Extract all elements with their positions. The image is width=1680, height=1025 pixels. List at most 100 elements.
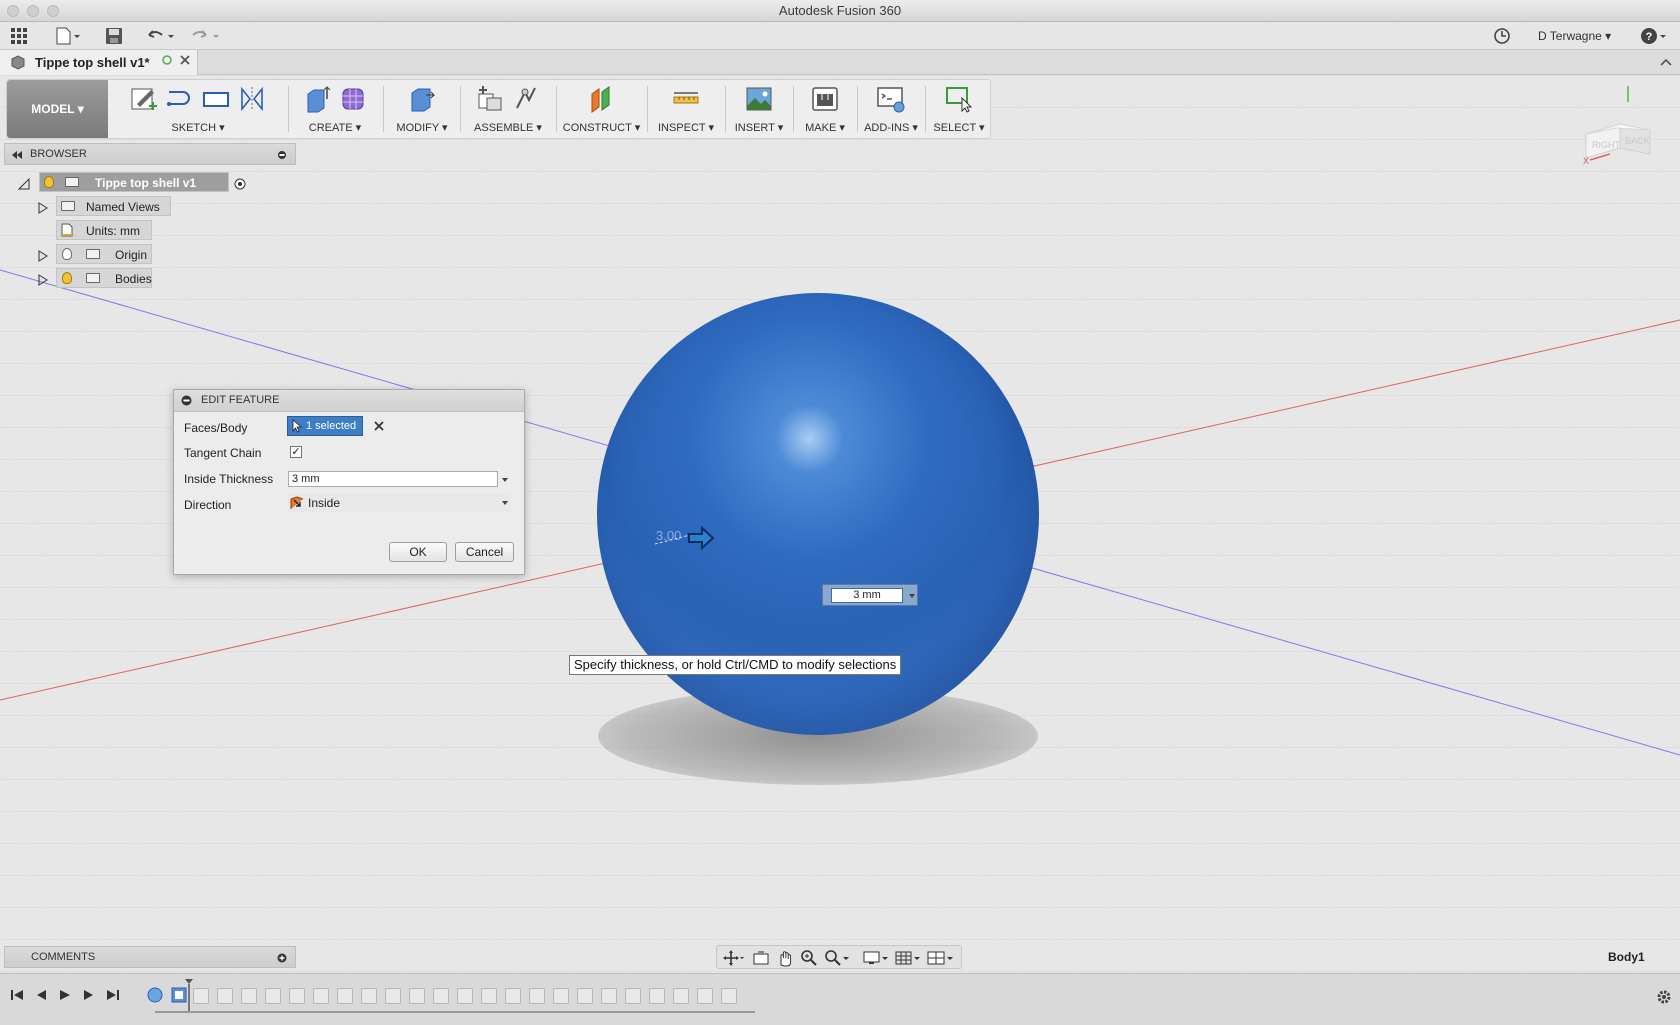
display-settings-icon[interactable] — [863, 949, 889, 970]
visibility-bulb-icon[interactable] — [44, 176, 54, 188]
sketch-rectangle-icon[interactable] — [201, 84, 231, 114]
fit-zoom-icon[interactable] — [824, 949, 850, 970]
browser-root-node[interactable]: Tippe top shell v1 — [17, 172, 246, 192]
browser-item-units[interactable]: Units: mm — [36, 220, 176, 240]
timeline-item[interactable] — [265, 988, 281, 1004]
faces-body-selection[interactable]: 1 selected — [287, 416, 363, 436]
cancel-button[interactable]: Cancel — [455, 542, 514, 562]
expand-triangle-icon[interactable] — [38, 248, 48, 268]
file-menu-icon[interactable] — [55, 27, 81, 45]
timeline-item[interactable] — [481, 988, 497, 1004]
timeline-item[interactable] — [697, 988, 713, 1004]
add-comment-icon[interactable] — [277, 952, 287, 966]
pan-hand-icon[interactable] — [776, 949, 794, 970]
timeline-item[interactable] — [601, 988, 617, 1004]
document-tab[interactable]: Tippe top shell v1* — [0, 50, 198, 75]
timeline-item[interactable] — [313, 988, 329, 1004]
expand-triangle-icon[interactable] — [38, 272, 48, 292]
timeline-item[interactable] — [241, 988, 257, 1004]
insert-image-icon[interactable] — [744, 84, 774, 114]
ok-button[interactable]: OK — [389, 542, 447, 562]
dialog-header[interactable]: EDIT FEATURE — [174, 390, 524, 412]
tangent-chain-checkbox[interactable]: ✓ — [290, 446, 302, 458]
play-icon[interactable] — [58, 988, 72, 1005]
create-group[interactable]: CREATE ▾ — [292, 80, 378, 138]
look-at-icon[interactable] — [752, 949, 770, 970]
expand-triangle-icon[interactable] — [38, 200, 48, 220]
sketch-mirror-icon[interactable] — [237, 84, 267, 114]
view-cube[interactable]: RIGHT BACK X — [1580, 86, 1651, 170]
scripts-addins-icon[interactable] — [876, 84, 906, 114]
job-status-clock-icon[interactable] — [1493, 27, 1511, 45]
joint-icon[interactable] — [511, 84, 541, 114]
timeline-item[interactable] — [361, 988, 377, 1004]
sketch-group[interactable]: SKETCH ▾ — [113, 80, 283, 138]
workspace-switcher[interactable]: MODEL ▾ — [7, 80, 108, 138]
undo-icon[interactable] — [145, 27, 177, 45]
collapse-browser-icon[interactable] — [11, 149, 23, 163]
collapse-dialog-icon[interactable] — [181, 395, 192, 409]
browser-pin-icon[interactable] — [277, 149, 287, 163]
inside-thickness-input[interactable]: 3 mm — [288, 471, 498, 487]
user-account-menu[interactable]: D Terwagne ▾ — [1538, 29, 1611, 43]
make-group[interactable]: MAKE ▾ — [796, 80, 854, 138]
timeline-item[interactable] — [649, 988, 665, 1004]
visibility-bulb-icon[interactable] — [62, 272, 72, 284]
timeline-item[interactable] — [457, 988, 473, 1004]
grid-settings-icon[interactable] — [895, 949, 921, 970]
orbit-icon[interactable] — [723, 949, 745, 970]
select-group[interactable]: SELECT ▾ — [928, 80, 990, 138]
help-icon[interactable]: ? — [1640, 27, 1668, 45]
create-sketch-icon[interactable] — [129, 84, 159, 114]
timeline-item[interactable] — [193, 988, 209, 1004]
timeline-item[interactable] — [625, 988, 641, 1004]
close-tab-icon[interactable] — [179, 54, 191, 69]
add-ins-group[interactable]: ADD-INS ▾ — [860, 80, 922, 138]
expand-toggle-icon[interactable] — [17, 176, 30, 196]
timeline-item[interactable] — [721, 988, 737, 1004]
browser-item-bodies[interactable]: Bodies — [36, 268, 176, 288]
data-panel-grid-icon[interactable] — [10, 27, 28, 45]
inline-thickness-value[interactable]: 3 mm — [831, 588, 903, 603]
3d-print-icon[interactable] — [810, 84, 840, 114]
timeline-sphere-feature-icon[interactable] — [146, 986, 164, 1007]
timeline-item[interactable] — [337, 988, 353, 1004]
browser-item-named-views[interactable]: Named Views — [36, 196, 176, 216]
timeline-item[interactable] — [385, 988, 401, 1004]
timeline-item[interactable] — [409, 988, 425, 1004]
assemble-group[interactable]: ASSEMBLE ▾ — [463, 80, 553, 138]
timeline-item[interactable] — [673, 988, 689, 1004]
construct-group[interactable]: CONSTRUCT ▾ — [559, 80, 644, 138]
thickness-dropdown-icon[interactable] — [502, 478, 508, 482]
extrude-icon[interactable] — [302, 84, 332, 114]
timeline-item[interactable] — [577, 988, 593, 1004]
new-component-icon[interactable] — [475, 84, 505, 114]
comments-panel-header[interactable]: COMMENTS — [4, 946, 296, 968]
timeline-item[interactable] — [217, 988, 233, 1004]
go-to-end-icon[interactable] — [106, 988, 120, 1005]
collapse-tabs-chevron-icon[interactable] — [1660, 56, 1672, 70]
press-pull-icon[interactable] — [407, 84, 437, 114]
clear-selection-icon[interactable] — [373, 420, 385, 435]
timeline-item[interactable] — [289, 988, 305, 1004]
viewports-icon[interactable] — [927, 949, 955, 970]
timeline-item[interactable] — [433, 988, 449, 1004]
modify-group[interactable]: MODIFY ▾ — [387, 80, 457, 138]
timeline-settings-gear-icon[interactable] — [1656, 989, 1672, 1008]
browser-item-origin[interactable]: Origin — [36, 244, 176, 264]
timeline-item[interactable] — [553, 988, 569, 1004]
step-forward-icon[interactable] — [82, 988, 96, 1005]
go-to-start-icon[interactable] — [10, 988, 24, 1005]
zoom-icon[interactable] — [800, 949, 818, 970]
insert-group[interactable]: INSERT ▾ — [728, 80, 790, 138]
direction-select[interactable]: Inside — [288, 494, 510, 512]
sketch-line-icon[interactable] — [165, 84, 195, 114]
inline-thickness-dropdown-icon[interactable] — [909, 594, 915, 598]
redo-icon[interactable] — [190, 27, 222, 45]
save-icon[interactable] — [105, 27, 123, 45]
select-window-icon[interactable] — [944, 84, 974, 114]
activate-component-icon[interactable] — [234, 176, 246, 196]
inline-thickness-input[interactable]: 3 mm — [822, 584, 918, 606]
offset-plane-icon[interactable] — [587, 84, 617, 114]
inspect-group[interactable]: INSPECT ▾ — [650, 80, 722, 138]
